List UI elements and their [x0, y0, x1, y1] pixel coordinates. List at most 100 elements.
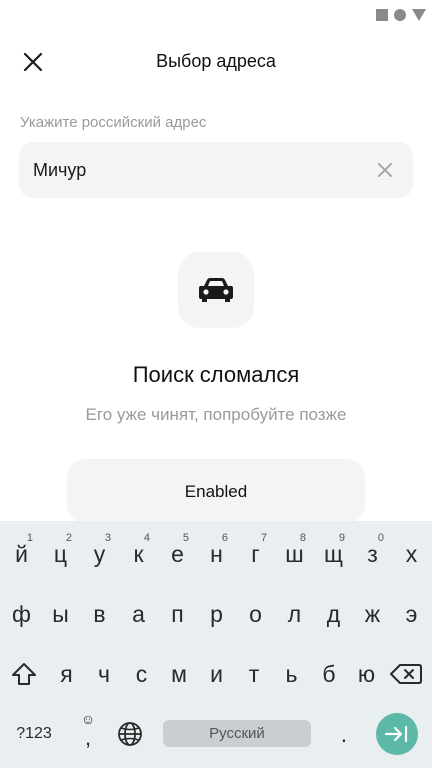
key-label: э	[405, 600, 418, 627]
shift-icon	[12, 663, 36, 685]
key[interactable]: э	[392, 589, 431, 639]
address-field-label: Укажите российский адрес	[20, 114, 207, 131]
key-label: ж	[364, 600, 381, 627]
key[interactable]: в	[80, 589, 119, 639]
key-hint: 1	[26, 532, 33, 544]
key-label: м	[171, 660, 187, 687]
enter-key[interactable]	[376, 713, 418, 755]
key[interactable]: п	[158, 589, 197, 639]
key[interactable]: с	[123, 649, 160, 699]
key-label: х	[405, 540, 418, 567]
key-label: в	[93, 600, 106, 627]
car-icon	[199, 278, 233, 302]
address-input[interactable]	[33, 142, 363, 198]
key[interactable]: я	[48, 649, 85, 699]
emoji-icon: ☺	[80, 711, 96, 727]
key-label: и	[210, 660, 223, 687]
key[interactable]: й1	[2, 529, 41, 579]
circle-icon	[394, 9, 406, 21]
key-hint: 8	[299, 532, 306, 544]
key-label: ц	[53, 540, 68, 567]
key[interactable]: щ9	[314, 529, 353, 579]
key-label: д	[326, 600, 341, 627]
key[interactable]: г7	[236, 529, 275, 579]
key[interactable]: ь	[273, 649, 310, 699]
key[interactable]: ч	[86, 649, 123, 699]
clear-icon[interactable]	[375, 160, 395, 180]
key-hint: 7	[260, 532, 267, 544]
key[interactable]: и	[198, 649, 235, 699]
key[interactable]: т	[236, 649, 273, 699]
key[interactable]: а	[119, 589, 158, 639]
key-label: т	[248, 660, 260, 687]
key[interactable]: о	[236, 589, 275, 639]
key-label: л	[287, 600, 302, 627]
keyboard-row-1: й1ц2у3к4е5н6г7ш8щ9з0х	[0, 529, 432, 589]
key[interactable]: м	[161, 649, 198, 699]
key-label: а	[132, 600, 145, 627]
key-hint: 3	[104, 532, 111, 544]
enabled-button[interactable]: Enabled	[67, 459, 365, 523]
language-key[interactable]	[110, 709, 150, 759]
key[interactable]: р	[197, 589, 236, 639]
empty-state-title: Поиск сломался	[132, 362, 300, 387]
square-icon	[376, 9, 388, 21]
key-label: б	[322, 660, 336, 687]
key-label: к	[133, 540, 144, 567]
key-label: ч	[98, 660, 110, 687]
keyboard-row-2: фывапролджэ	[0, 589, 432, 649]
triangle-icon	[412, 9, 426, 21]
key-label: ш	[285, 540, 304, 567]
backspace-icon	[390, 664, 422, 684]
key[interactable]: ю	[348, 649, 385, 699]
key-label: ы	[52, 600, 69, 627]
key-label: р	[210, 600, 223, 627]
empty-state-icon-box	[178, 252, 254, 328]
key-label: п	[171, 600, 184, 627]
key[interactable]: х	[392, 529, 431, 579]
key-label: я	[60, 660, 73, 687]
symbols-key[interactable]: ?123	[6, 709, 62, 759]
keyboard-row-4: ?123 ☺ , Русский .	[0, 709, 432, 768]
key[interactable]: ш8	[275, 529, 314, 579]
key-label: ф	[12, 600, 31, 627]
comma-label: ,	[84, 725, 92, 750]
backspace-key[interactable]	[384, 649, 428, 699]
period-key[interactable]: .	[324, 709, 364, 759]
comma-key[interactable]: ☺ ,	[68, 709, 108, 759]
key[interactable]: ф	[2, 589, 41, 639]
key-hint: 0	[377, 532, 384, 544]
key-hint: 9	[338, 532, 345, 544]
globe-icon	[118, 722, 142, 746]
keyboard: й1ц2у3к4е5н6г7ш8щ9з0х фывапролджэ ячсмит…	[0, 521, 432, 768]
key-hint: 5	[182, 532, 189, 544]
key[interactable]: н6	[197, 529, 236, 579]
key[interactable]: ы	[41, 589, 80, 639]
key[interactable]: к4	[119, 529, 158, 579]
space-bar[interactable]: Русский	[163, 720, 311, 747]
key-label: г	[251, 540, 260, 567]
page-title: Выбор адреса	[156, 51, 276, 71]
key[interactable]: б	[311, 649, 348, 699]
key[interactable]: д	[314, 589, 353, 639]
key-hint: 6	[221, 532, 228, 544]
key-label: ь	[285, 660, 298, 687]
keyboard-row-3: ячсмитьбю	[0, 649, 432, 709]
key[interactable]: у3	[80, 529, 119, 579]
header: Выбор адреса	[0, 40, 432, 84]
key[interactable]: ц2	[41, 529, 80, 579]
key-label: е	[171, 540, 184, 567]
key[interactable]: л	[275, 589, 314, 639]
key-hint: 4	[143, 532, 150, 544]
key-label: о	[249, 600, 262, 627]
key-label: н	[210, 540, 223, 567]
key-hint: 2	[65, 532, 72, 544]
address-search-box	[19, 142, 413, 198]
key-label: щ	[324, 540, 343, 567]
key[interactable]: з0	[353, 529, 392, 579]
key-label: з	[367, 540, 378, 567]
shift-key[interactable]	[4, 649, 44, 699]
empty-state-subtitle: Его уже чинят, попробуйте позже	[85, 405, 347, 424]
key[interactable]: е5	[158, 529, 197, 579]
key[interactable]: ж	[353, 589, 392, 639]
